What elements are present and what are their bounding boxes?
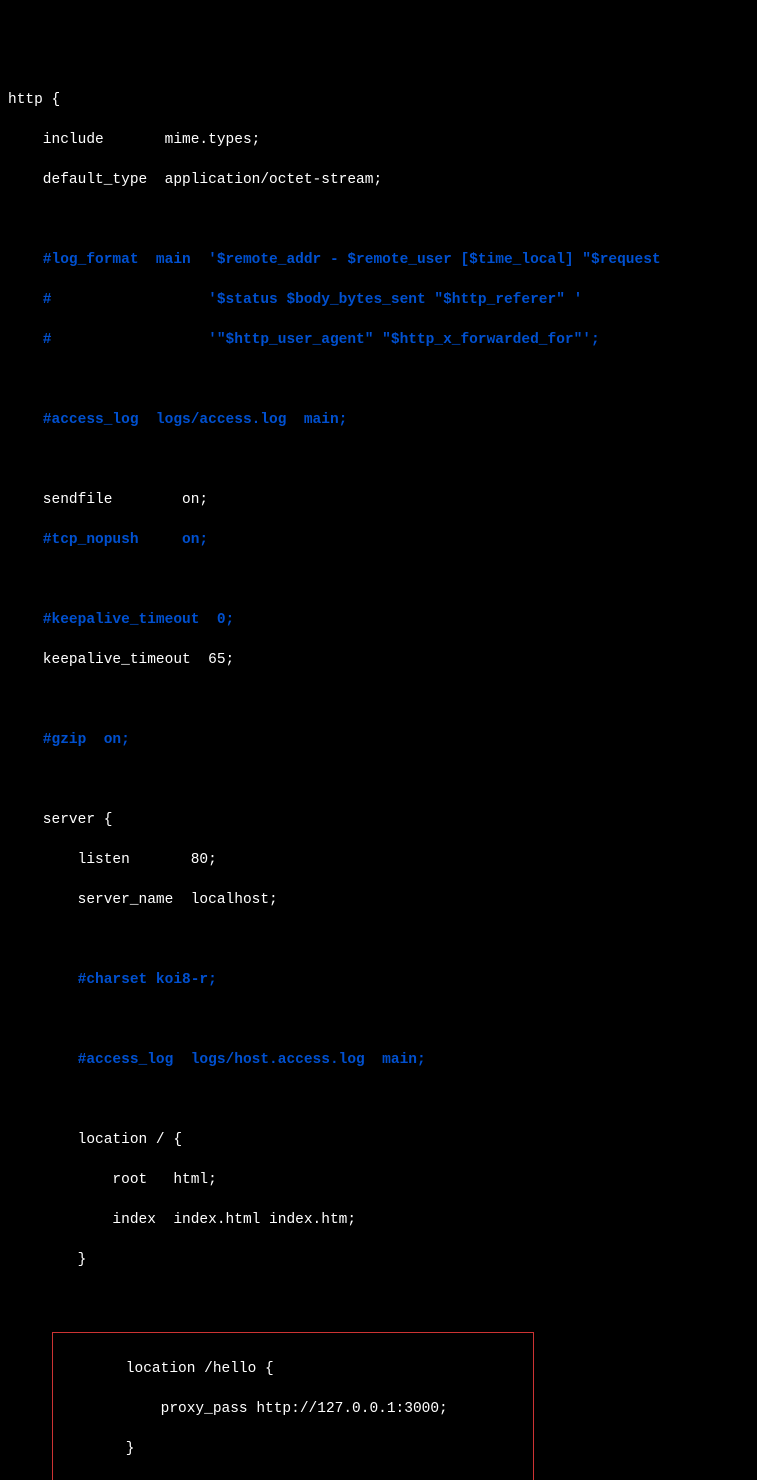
comment-line: # '"$http_user_agent" "$http_x_forwarded… [8, 330, 757, 350]
blank-line [8, 1290, 757, 1310]
code-line: default_type application/octet-stream; [8, 170, 757, 190]
code-line: http { [8, 90, 757, 110]
blank-line [8, 210, 757, 230]
comment-line: #tcp_nopush on; [8, 530, 757, 550]
comment-line: #keepalive_timeout 0; [8, 610, 757, 630]
code-line: location /hello { [53, 1359, 533, 1379]
blank-line [8, 930, 757, 950]
comment-line: #access_log logs/access.log main; [8, 410, 757, 430]
code-line: location / { [8, 1130, 757, 1150]
comment-line: # '$status $body_bytes_sent "$http_refer… [8, 290, 757, 310]
code-line: index index.html index.htm; [8, 1210, 757, 1230]
code-line: } [53, 1439, 533, 1459]
blank-line [8, 1090, 757, 1110]
code-line: server { [8, 810, 757, 830]
comment-line: #log_format main '$remote_addr - $remote… [8, 250, 757, 270]
blank-line [8, 770, 757, 790]
comment-line: #gzip on; [8, 730, 757, 750]
blank-line [8, 370, 757, 390]
blank-line [8, 1010, 757, 1030]
code-line: server_name localhost; [8, 890, 757, 910]
comment-line: #access_log logs/host.access.log main; [8, 1050, 757, 1070]
code-line: root html; [8, 1170, 757, 1190]
comment-line: #charset koi8-r; [8, 970, 757, 990]
blank-line [8, 450, 757, 470]
highlighted-block: location /hello { proxy_pass http://127.… [52, 1332, 534, 1480]
code-line: keepalive_timeout 65; [8, 650, 757, 670]
code-line: } [8, 1250, 757, 1270]
blank-line [8, 690, 757, 710]
blank-line [8, 570, 757, 590]
code-line: listen 80; [8, 850, 757, 870]
code-line: proxy_pass http://127.0.0.1:3000; [53, 1399, 533, 1419]
code-line: sendfile on; [8, 490, 757, 510]
code-line: include mime.types; [8, 130, 757, 150]
